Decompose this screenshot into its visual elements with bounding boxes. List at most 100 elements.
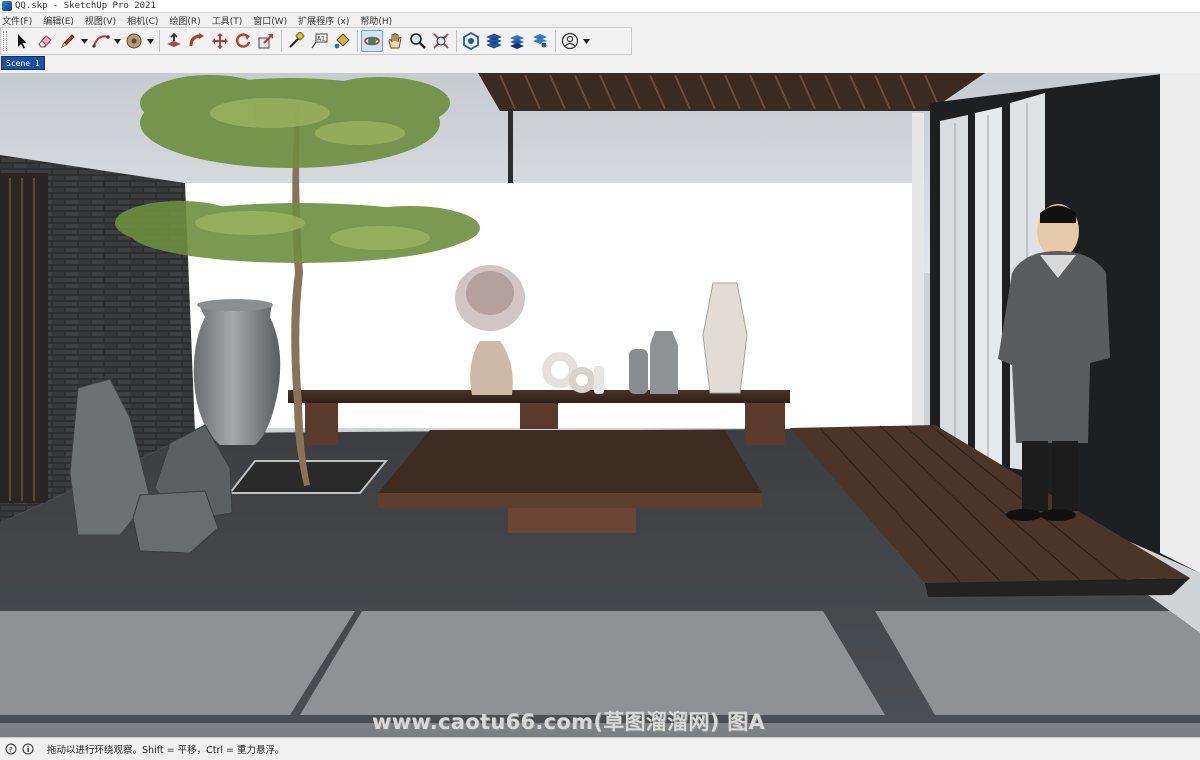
menu-bar: 文件(F) 编辑(E) 视图(V) 相机(C) 绘图(R) 工具(T) 窗口(W… — [0, 13, 1200, 27]
window-title: QQ.skp - SketchUp Pro 2021 — [15, 1, 156, 11]
line-tool-dropdown[interactable] — [80, 30, 88, 52]
model-viewport[interactable]: www.caotu66.com(草图溜溜网) 图A — [0, 73, 1200, 737]
chevron-down-icon — [113, 38, 121, 44]
paint-bucket-icon — [334, 33, 350, 49]
warehouse-icon — [463, 32, 479, 50]
account-dropdown[interactable] — [582, 30, 590, 52]
circle-shape-icon — [126, 33, 142, 49]
status-hint-text: 拖动以进行环绕观察。Shift = 平移，Ctrl = 重力悬浮。 — [47, 745, 285, 756]
eraser-icon — [38, 35, 52, 48]
arc-tool-dropdown[interactable] — [113, 30, 121, 52]
extension-manager-icon — [533, 34, 548, 49]
menu-window[interactable]: 窗口(W) — [253, 14, 287, 27]
chevron-down-icon — [146, 38, 154, 44]
scale-tool-button[interactable] — [255, 30, 277, 52]
geolocation-status[interactable]: ? — [5, 743, 17, 755]
chevron-down-icon — [582, 38, 590, 44]
bench-leg-right — [745, 403, 785, 445]
toolbar-separator — [555, 30, 556, 52]
hand-icon — [388, 33, 402, 49]
menu-extensions[interactable]: 扩展程序 (x) — [298, 14, 349, 27]
white-wall-edge — [912, 113, 924, 428]
pergola-post — [508, 109, 513, 184]
rotate-tool-button[interactable] — [232, 30, 254, 52]
large-toolset-toolbar: A1 — [0, 27, 632, 55]
orbit-tool-button[interactable] — [361, 30, 383, 52]
coffee-table-top — [378, 430, 762, 493]
scene-tab-1[interactable]: Scene 1 — [1, 56, 45, 70]
menu-camera[interactable]: 相机(C) — [127, 14, 158, 27]
paving-slab-center — [300, 611, 885, 715]
title-bar: QQ.skp - SketchUp Pro 2021 — [0, 0, 1200, 13]
follow-me-tool-button[interactable] — [186, 30, 208, 52]
line-tool-button[interactable] — [57, 30, 79, 52]
toolbar-separator — [357, 30, 358, 52]
move-tool-button[interactable] — [209, 30, 231, 52]
watermark-text: www.caotu66.com(草图溜溜网) 图A — [372, 710, 766, 734]
coffee-table-edge — [378, 493, 762, 508]
left-wall-panel — [0, 173, 48, 503]
shapes-tool-button[interactable] — [123, 30, 145, 52]
tape-measure-tool-button[interactable] — [285, 30, 307, 52]
toolbar-separator — [159, 30, 160, 52]
magnifier-icon — [410, 33, 426, 49]
scene-tabs-bar: Scene 1 — [0, 55, 1200, 73]
bench-leg-mid — [520, 403, 558, 429]
svg-text:?: ? — [9, 746, 13, 754]
menu-view[interactable]: 视图(V) — [85, 14, 116, 27]
right-building-frame — [1160, 73, 1200, 573]
sketchup-app-icon — [2, 1, 12, 11]
courtyard-3d-model — [0, 73, 1200, 737]
layout-button[interactable] — [506, 30, 528, 52]
menu-draw[interactable]: 绘图(R) — [169, 14, 200, 27]
small-bottle — [629, 349, 648, 394]
text-tool-button[interactable]: A1 — [308, 30, 330, 52]
paint-bucket-tool-button[interactable] — [331, 30, 353, 52]
zoom-tool-button[interactable] — [407, 30, 429, 52]
toolbar-grip[interactable] — [3, 31, 7, 51]
3d-warehouse-button[interactable] — [460, 30, 482, 52]
follow-me-icon — [189, 33, 204, 47]
select-tool-button[interactable] — [11, 30, 33, 52]
large-urn — [193, 303, 281, 445]
tape-measure-icon — [289, 32, 305, 48]
tall-white-vase — [702, 282, 748, 394]
toolbar-separator — [456, 30, 457, 52]
orbit-icon — [364, 36, 380, 46]
scale-icon — [258, 34, 273, 49]
layers-stack-icon — [510, 35, 524, 49]
account-button[interactable] — [559, 30, 581, 52]
shapes-tool-dropdown[interactable] — [146, 30, 154, 52]
extension-manager-button[interactable] — [529, 30, 551, 52]
text-label-icon: A1 — [311, 33, 328, 49]
push-pull-tool-button[interactable] — [163, 30, 185, 52]
menu-file[interactable]: 文件(F) — [2, 14, 32, 27]
help-circle-icon: ? — [5, 743, 17, 755]
rotate-icon — [236, 33, 251, 48]
dried-flower-arrangement — [455, 265, 525, 331]
zoom-extents-tool-button[interactable] — [430, 30, 452, 52]
pan-tool-button[interactable] — [384, 30, 406, 52]
instructor-toggle[interactable] — [22, 743, 34, 755]
menu-edit[interactable]: 编辑(E) — [43, 14, 74, 27]
arc-icon — [92, 35, 110, 48]
chevron-down-icon — [80, 38, 88, 44]
arrow-cursor-icon — [18, 34, 27, 49]
text-tool-label: A1 — [317, 36, 325, 43]
grey-bottle — [650, 331, 678, 394]
extension-warehouse-button[interactable] — [483, 30, 505, 52]
info-circle-icon — [22, 743, 34, 755]
coffee-table-base — [508, 508, 636, 533]
menu-tools[interactable]: 工具(T) — [212, 14, 243, 27]
eraser-tool-button[interactable] — [34, 30, 56, 52]
user-account-icon — [561, 32, 579, 50]
large-urn-rim — [197, 299, 273, 311]
status-bar: ? 拖动以进行环绕观察。Shift = 平移，Ctrl = 重力悬浮。 — [0, 737, 1200, 760]
menu-help[interactable]: 帮助(H) — [360, 14, 392, 27]
push-pull-icon — [167, 32, 181, 47]
arc-tool-button[interactable] — [90, 30, 112, 52]
zoom-extents-icon — [433, 33, 449, 49]
extension-warehouse-icon — [486, 33, 502, 49]
bench-leg-left — [305, 403, 338, 445]
move-arrows-icon — [212, 33, 228, 49]
